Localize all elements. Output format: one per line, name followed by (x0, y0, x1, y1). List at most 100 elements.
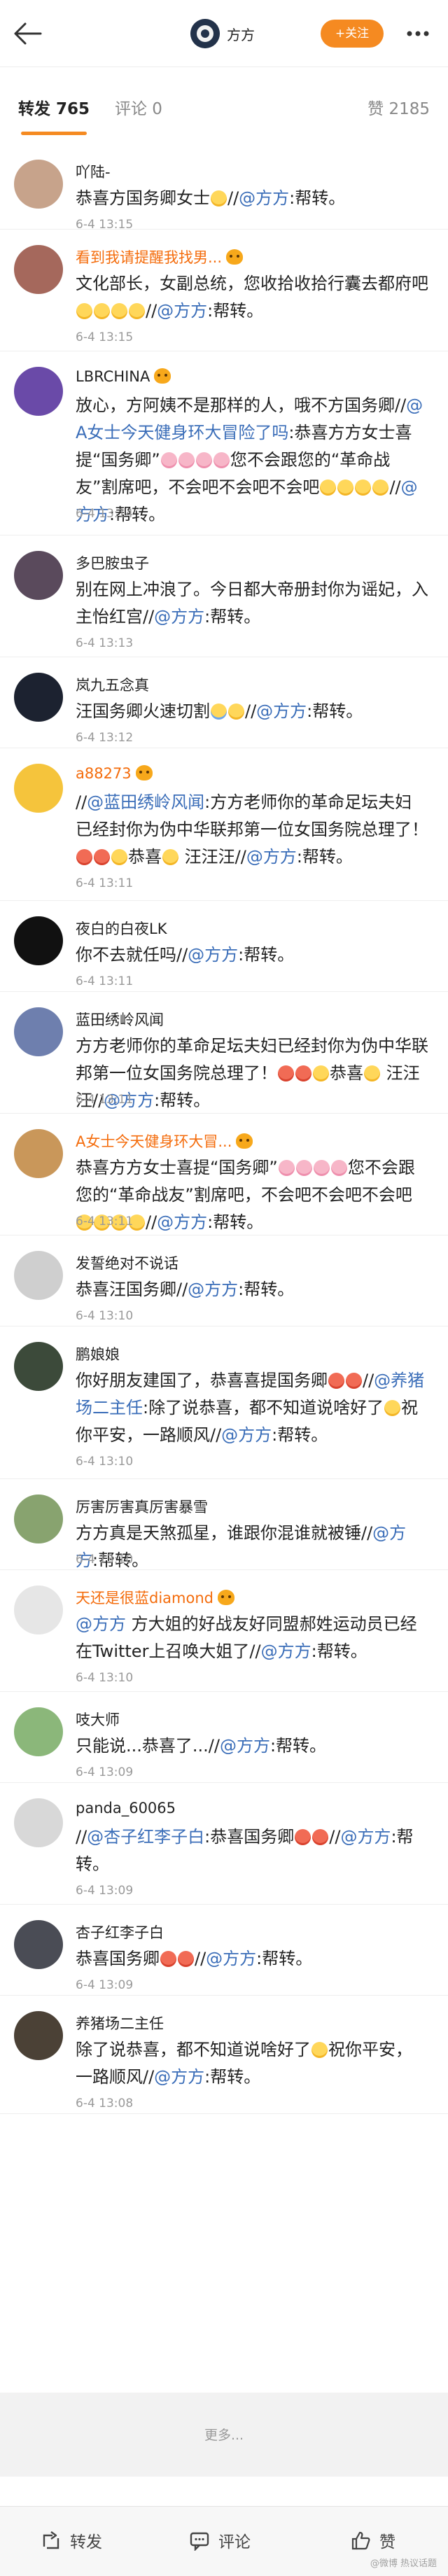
user-name[interactable]: 吱大师 (76, 1709, 120, 1730)
user-avatar[interactable] (14, 916, 63, 965)
repost-item[interactable]: 养猪场二主任 除了说恭喜，都不知道说啥好了 祝你平安，一路顺风//@方方:帮转。 6-… (0, 1996, 448, 2114)
user-name-text[interactable]: a88273 (76, 765, 132, 782)
mention-link[interactable]: @蓝田绣岭风闻 (87, 792, 204, 812)
user-name[interactable]: 养猪场二主任 (76, 2012, 164, 2033)
user-name[interactable]: 夜白的白夜LK (76, 918, 167, 939)
more-options-icon[interactable] (400, 18, 435, 49)
user-name[interactable]: 鹏娘娘 (76, 1343, 120, 1364)
user-name-text[interactable]: 蓝田绣岭风闻 (76, 1011, 164, 1028)
repost-item[interactable]: 岚九五念真 汪国务卿火速切割 //@方方:帮转。 6-4 13:12 (0, 657, 448, 748)
repost-item[interactable]: 发誓绝对不说话 恭喜汪国务卿//@方方:帮转。 6-4 13:10 (0, 1236, 448, 1326)
back-arrow-icon[interactable] (11, 18, 45, 49)
user-avatar[interactable] (14, 367, 63, 416)
load-more-row[interactable]: 更多... (0, 2393, 448, 2477)
repost-item[interactable]: 夜白的白夜LK 你不去就任吗//@方方:帮转。 6-4 13:11 (0, 901, 448, 992)
user-avatar[interactable] (14, 1707, 63, 1756)
user-avatar[interactable] (14, 551, 63, 600)
repost-item[interactable]: a88273 //@蓝田绣岭风闻:方方老师你的革命足坛夫妇已经封你为伪中华联邦第一… (0, 748, 448, 901)
like-button[interactable]: 赞 (350, 2526, 396, 2554)
mention-link[interactable]: @方方 (239, 188, 289, 208)
repost-item[interactable]: LBRCHINA 放心，方阿姨不是那样的人，哦不方国务卿//@A女士今天健身环大冒… (0, 351, 448, 536)
repost-item[interactable]: 吖陆- 恭喜方国务卿女士//@方方:帮转。 6-4 13:15 (0, 144, 448, 232)
repost-item[interactable]: panda_60065//@杏子红李子白:恭喜国务卿//@方方:帮转。 6-4 1… (0, 1783, 448, 1905)
user-name-text[interactable]: A女士今天健身环大冒... (76, 1133, 232, 1150)
user-name-text[interactable]: 杏子红李子白 (76, 1924, 164, 1941)
mention-link[interactable]: @方方 (157, 301, 207, 321)
load-more-label[interactable]: 更多... (0, 2425, 448, 2444)
mention-link[interactable]: @方方 (154, 607, 204, 626)
user-name[interactable]: 多巴胺虫子 (76, 552, 149, 573)
mention-link[interactable]: @杏子红李子白 (87, 1827, 204, 1847)
user-name[interactable]: 发誓绝对不说话 (76, 1252, 178, 1273)
mention-link[interactable]: @方方 (154, 2067, 204, 2087)
user-avatar[interactable] (14, 1494, 63, 1544)
user-name[interactable]: 岚九五念真 (76, 674, 149, 695)
user-name[interactable]: 看到我请提醒我找男... (76, 246, 244, 267)
mention-link[interactable]: @方方 (221, 1425, 272, 1445)
user-name-text[interactable]: 发誓绝对不说话 (76, 1255, 178, 1272)
forward-button[interactable]: 转发 (41, 2526, 102, 2554)
user-avatar[interactable] (14, 1129, 63, 1178)
user-name[interactable]: panda_60065 (76, 1800, 176, 1816)
user-name-text[interactable]: 厉害厉害真厉害暴雪 (76, 1499, 208, 1516)
user-name[interactable]: 杏子红李子白 (76, 1921, 164, 1942)
mention-link[interactable]: @方方 (261, 1642, 312, 1661)
repost-item[interactable]: 天还是很蓝diamond @方方 方大姐的好战友好同盟郝姓运动员已经在Twitte… (0, 1570, 448, 1692)
user-avatar[interactable] (14, 1586, 63, 1634)
mention-link[interactable]: @方方 (188, 945, 238, 965)
mention-link[interactable]: @方方 (76, 1614, 126, 1634)
account-avatar[interactable] (190, 19, 220, 48)
user-name-text[interactable]: 夜白的白夜LK (76, 920, 167, 937)
mention-link[interactable]: @方方 (340, 1827, 391, 1847)
tab-like[interactable]: 赞 2185 (368, 95, 430, 119)
user-avatar[interactable] (14, 1007, 63, 1056)
user-avatar[interactable] (14, 2011, 63, 2060)
user-name[interactable]: 厉害厉害真厉害暴雪 (76, 1496, 208, 1517)
tab-forward[interactable]: 转发 765 (18, 95, 90, 119)
user-avatar[interactable] (14, 245, 63, 294)
user-name-text[interactable]: 多巴胺虫子 (76, 555, 149, 572)
user-name[interactable]: 吖陆- (76, 161, 111, 182)
repost-item[interactable]: 吱大师 只能说...恭喜了...//@方方:帮转。 6-4 13:09 (0, 1692, 448, 1783)
user-avatar[interactable] (14, 160, 63, 209)
tab-comment[interactable]: 评论 0 (115, 95, 162, 119)
repost-item[interactable]: 杏子红李子白 恭喜国务卿 //@方方:帮转。 6-4 13:09 (0, 1905, 448, 1996)
user-name-text[interactable]: 吖陆- (76, 164, 111, 181)
repost-item[interactable]: 多巴胺虫子 别在网上冲浪了。今日都大帝册封你为谣妃，入主怡红宫//@方方:帮转。 6… (0, 536, 448, 657)
mention-link[interactable]: @方方 (246, 847, 297, 867)
user-name-text[interactable]: 养猪场二主任 (76, 2015, 164, 2032)
mention-link[interactable]: @方方 (220, 1736, 270, 1756)
mention-link[interactable]: @方方 (188, 1280, 238, 1299)
user-avatar[interactable] (14, 1342, 63, 1391)
user-name[interactable]: 天还是很蓝diamond (76, 1587, 234, 1608)
user-name-text[interactable]: 天还是很蓝diamond (76, 1590, 214, 1606)
user-name-text[interactable]: panda_60065 (76, 1800, 176, 1816)
user-avatar[interactable] (14, 673, 63, 722)
user-avatar[interactable] (14, 1251, 63, 1300)
user-avatar[interactable] (14, 1798, 63, 1847)
text-segment: // (195, 1949, 206, 1968)
mention-link[interactable]: @方方 (157, 1212, 207, 1232)
user-name[interactable]: LBRCHINA (76, 368, 172, 385)
user-name-text[interactable]: 岚九五念真 (76, 677, 149, 694)
repost-item[interactable]: 看到我请提醒我找男... 文化部长，女副总统，您收拾收拾行囊去都府吧 //@方方:帮… (0, 230, 448, 351)
repost-item[interactable]: 蓝田绣岭风闻 方方老师你的革命足坛夫妇已经封你为伪中华联邦第一位女国务院总理了！恭… (0, 992, 448, 1114)
mention-link[interactable]: @方方 (256, 701, 307, 721)
user-name[interactable]: a88273 (76, 765, 153, 782)
user-name-text[interactable]: 吱大师 (76, 1712, 120, 1728)
comment-button[interactable]: 评论 (189, 2526, 251, 2554)
repost-text: //@蓝田绣岭风闻:方方老师你的革命足坛夫妇已经封你为伪中华联邦第一位女国务院总… (76, 789, 428, 871)
user-name[interactable]: A女士今天健身环大冒... (76, 1130, 253, 1152)
repost-item[interactable]: 厉害厉害真厉害暴雪 方方真是天煞孤星，谁跟你混谁就被锤//@方方:帮转。 6-4 1… (0, 1479, 448, 1570)
repost-item[interactable]: A女士今天健身环大冒... 恭喜方方女士喜提“国务卿” 您不会跟您的“革命战友”割席… (0, 1114, 448, 1236)
user-avatar[interactable] (14, 764, 63, 813)
repost-item[interactable]: 鹏娘娘 你好朋友建国了，恭喜喜提国务卿//@养猪场二主任:除了说恭喜，都不知道说啥… (0, 1326, 448, 1479)
account-name[interactable]: 方方 (227, 24, 255, 44)
user-avatar[interactable] (14, 1920, 63, 1969)
mention-link[interactable]: @方方 (206, 1949, 256, 1968)
follow-button[interactable]: +关注 (321, 20, 384, 48)
user-name-text[interactable]: LBRCHINA (76, 368, 150, 385)
user-name-text[interactable]: 看到我请提醒我找男... (76, 249, 222, 266)
user-name-text[interactable]: 鹏娘娘 (76, 1346, 120, 1363)
user-name[interactable]: 蓝田绣岭风闻 (76, 1009, 164, 1030)
